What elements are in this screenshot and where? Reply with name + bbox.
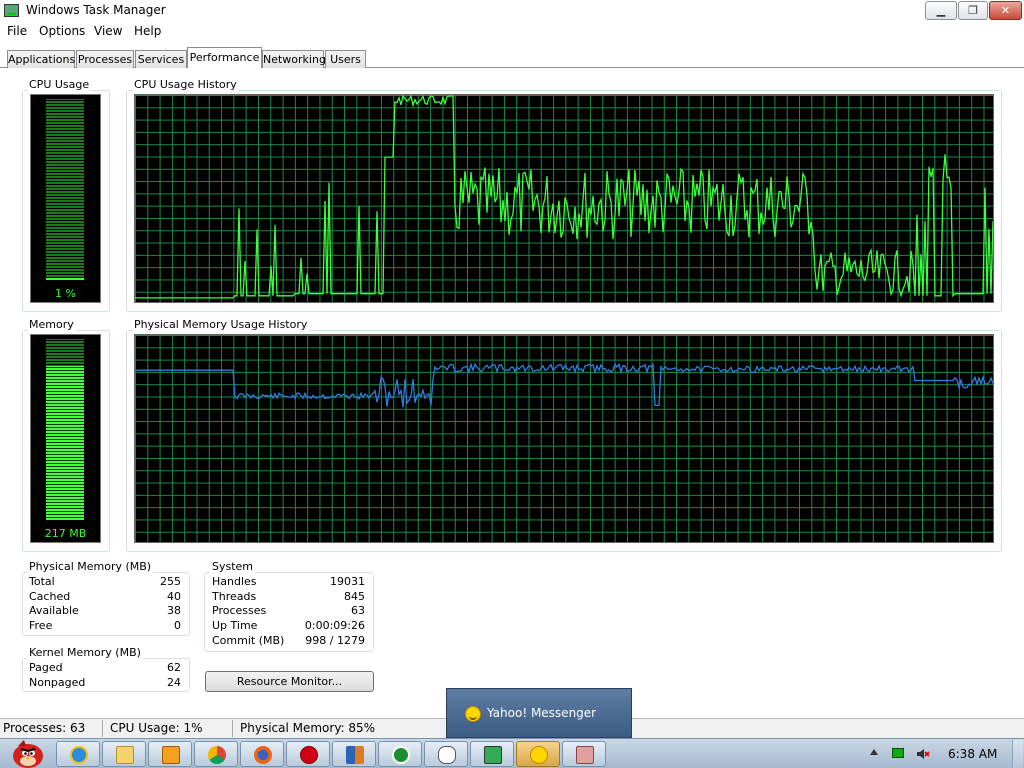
paint-icon	[576, 746, 594, 764]
memory-label: Memory	[27, 318, 76, 331]
resource-monitor-button[interactable]: Resource Monitor...	[205, 671, 374, 692]
stat-label: Paged	[29, 661, 63, 674]
tab-applications[interactable]: Applications	[7, 50, 75, 68]
media-player-icon	[162, 746, 180, 764]
status-memory: Physical Memory: 85%	[240, 721, 376, 735]
maximize-button[interactable]: ❐	[958, 1, 988, 20]
folder-icon	[116, 746, 134, 764]
system-title: System	[210, 560, 256, 573]
yahoo-smiley-icon	[465, 706, 481, 722]
taskbar-messenger[interactable]	[424, 741, 468, 767]
menu-help[interactable]: Help	[134, 24, 161, 38]
messenger-icon	[438, 746, 456, 764]
stat-label: Cached	[29, 590, 71, 603]
show-desktop-button[interactable]	[1012, 740, 1023, 768]
taskbar-opera[interactable]	[286, 741, 330, 767]
status-separator	[232, 720, 233, 737]
opera-icon	[300, 746, 318, 764]
cpu-usage-meter: 1 %	[30, 94, 101, 303]
stat-value: 40	[167, 590, 181, 603]
taskbar-yahoo-messenger[interactable]	[516, 741, 560, 767]
stat-value: 845	[344, 590, 365, 603]
menu-bar: File Options View Help	[0, 22, 1024, 42]
firefox-icon	[254, 746, 272, 764]
taskbar-media-player[interactable]	[148, 741, 192, 767]
chrome-icon	[208, 746, 226, 764]
taskbar-paint[interactable]	[562, 741, 606, 767]
stat-value: 0	[174, 619, 181, 632]
network-icon[interactable]	[892, 748, 904, 758]
menu-options[interactable]: Options	[39, 24, 85, 38]
stat-value: 255	[160, 575, 181, 588]
cpu-meter-background	[46, 99, 84, 280]
memory-history-line	[135, 362, 993, 408]
stat-value: 19031	[330, 575, 365, 588]
stat-label: Commit (MB)	[212, 634, 285, 647]
kernel-memory-title: Kernel Memory (MB)	[27, 646, 143, 659]
utorrent-icon	[392, 746, 410, 764]
memory-history-graph	[134, 334, 994, 543]
clock[interactable]: 6:38 AM	[948, 747, 997, 761]
cpu-usage-value: 1 %	[55, 287, 76, 300]
volume-muted-icon[interactable]	[916, 748, 930, 760]
tab-processes[interactable]: Processes	[76, 50, 134, 68]
menu-file[interactable]: File	[7, 24, 27, 38]
status-cpu: CPU Usage: 1%	[110, 721, 203, 735]
cpu-history-label: CPU Usage History	[132, 78, 239, 91]
memory-history-label: Physical Memory Usage History	[132, 318, 310, 331]
stat-label: Handles	[212, 575, 257, 588]
stat-label: Processes	[212, 604, 267, 617]
stat-value: 62	[167, 661, 181, 674]
stat-label: Total	[29, 575, 55, 588]
performance-panel: CPU Usage 1 % CPU Usage History Memory 2…	[0, 68, 1024, 718]
internet-explorer-icon	[70, 746, 88, 764]
memory-meter-fill	[46, 366, 84, 520]
memory-value: 217 MB	[44, 527, 87, 540]
cpu-usage-label: CPU Usage	[27, 78, 92, 91]
cpu-history-line	[135, 95, 993, 299]
show-hidden-icons-arrow[interactable]	[870, 749, 878, 755]
taskbar-firefox[interactable]	[240, 741, 284, 767]
stat-label: Nonpaged	[29, 676, 86, 689]
minimize-button[interactable]: ▁	[925, 1, 957, 20]
stat-label: Threads	[212, 590, 257, 603]
taskbar-utorrent[interactable]	[378, 741, 422, 767]
status-separator	[102, 720, 103, 737]
yahoo-messenger-label: Yahoo! Messenger	[487, 706, 597, 720]
tab-services[interactable]: Services	[135, 50, 187, 68]
stat-label: Available	[29, 604, 79, 617]
stat-value: 24	[167, 676, 181, 689]
tab-networking[interactable]: Networking	[262, 50, 326, 68]
taskbar-chrome[interactable]	[194, 741, 238, 767]
angry-bird-start-icon[interactable]	[4, 739, 48, 768]
status-processes: Processes: 63	[3, 721, 86, 735]
cpu-history-graph	[134, 94, 994, 303]
stat-value: 0:00:09:26	[304, 619, 365, 632]
menu-view[interactable]: View	[94, 24, 122, 38]
taskbar-app[interactable]	[332, 741, 376, 767]
tab-performance[interactable]: Performance	[187, 47, 262, 69]
memory-meter: 217 MB	[30, 334, 101, 543]
cpu-meter-fill	[46, 278, 84, 280]
stat-value: 38	[167, 604, 181, 617]
stat-value: 63	[351, 604, 365, 617]
taskbar-ie[interactable]	[56, 741, 100, 767]
tab-bar: Applications Processes Services Performa…	[0, 44, 1024, 69]
taskbar-explorer[interactable]	[102, 741, 146, 767]
yahoo-messenger-icon	[530, 746, 548, 764]
taskbar-task-manager[interactable]	[470, 741, 514, 767]
physical-memory-title: Physical Memory (MB)	[27, 560, 154, 573]
title-bar: Windows Task Manager ▁ ❐ ✕	[0, 0, 1024, 22]
task-manager-icon	[484, 746, 502, 764]
stat-label: Up Time	[212, 619, 258, 632]
tab-users[interactable]: Users	[325, 50, 366, 68]
stat-label: Free	[29, 619, 53, 632]
window-title: Windows Task Manager	[26, 3, 166, 17]
app-icon	[346, 746, 364, 764]
task-manager-icon	[4, 4, 19, 17]
yahoo-messenger-popup[interactable]: Yahoo! Messenger	[446, 688, 632, 738]
close-button[interactable]: ✕	[989, 1, 1022, 20]
taskbar: 6:38 AM	[0, 738, 1024, 768]
stat-value: 998 / 1279	[305, 634, 365, 647]
